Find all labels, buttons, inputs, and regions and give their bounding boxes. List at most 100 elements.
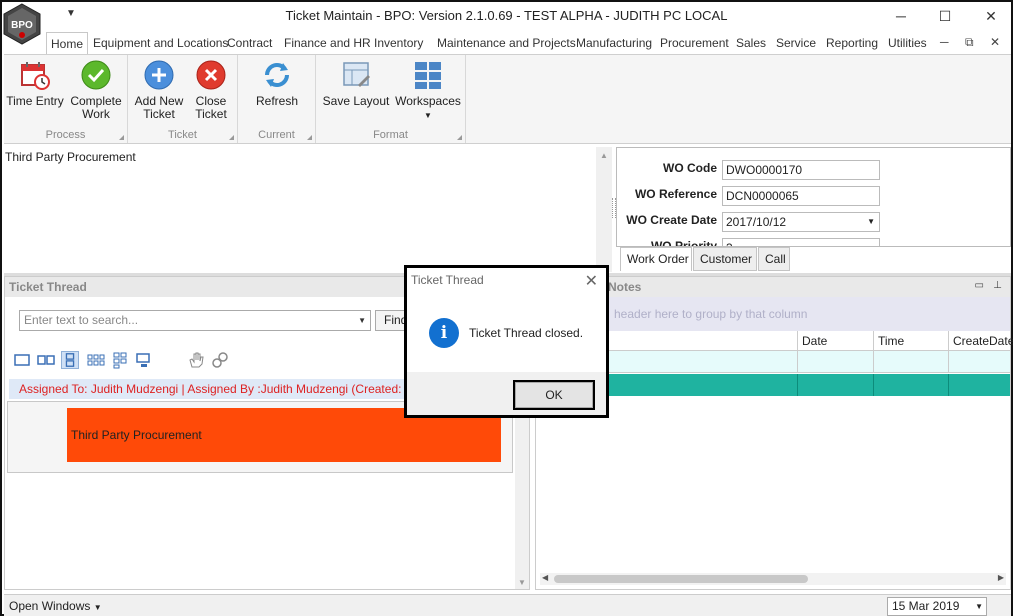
col-date[interactable]: Date [797,331,873,351]
description-text: Third Party Procurement [5,150,136,164]
tab-maintenance-and-projects[interactable]: Maintenance and Projects [433,32,580,54]
dialog-title: Ticket Thread [411,273,484,287]
tab-utilities[interactable]: Utilities [884,32,931,54]
tab-work-order[interactable]: Work Order [620,247,692,271]
status-date-value: 15 Mar 2019 [892,599,960,613]
view-single-icon[interactable] [13,351,31,369]
add-new-ticket-button[interactable]: Add New Ticket [132,59,186,121]
mdi-minimize-button[interactable]: ─ [940,35,949,49]
col-create-date[interactable]: CreateDate [948,331,1013,351]
tab-call[interactable]: Call [758,247,790,271]
wo-reference-label: WO Reference [634,187,717,201]
ribbon-tabs: Home Equipment and Locations Contract Fi… [46,32,1011,54]
view-carousel-icon[interactable] [135,351,153,369]
complete-work-button[interactable]: Complete Work [68,59,124,121]
view-tiles-icon[interactable] [111,351,129,369]
wo-create-date-field[interactable]: 2017/10/12 ▼ [722,212,880,232]
add-new-ticket-label-2: Ticket [143,107,175,121]
view-columns-icon[interactable] [37,351,55,369]
workspaces-label: Workspaces [395,94,461,108]
col-time[interactable]: Time [873,331,948,351]
date-dropdown-icon[interactable]: ▼ [867,213,875,231]
notes-horizontal-scrollbar[interactable]: ◀ ▶ [540,573,1006,585]
link-icon[interactable] [211,351,229,369]
process-group-label: Process [45,129,86,141]
tab-service[interactable]: Service [772,32,820,54]
close-window-button[interactable]: ✕ [968,5,1013,27]
scroll-right-icon[interactable]: ▶ [998,573,1004,582]
save-layout-button[interactable]: Save Layout [320,59,392,108]
view-rows-icon[interactable] [61,351,79,369]
scroll-up-icon[interactable]: ▲ [600,151,608,160]
wo-priority-field[interactable]: 3 [722,238,880,246]
check-circle-icon [81,60,111,90]
complete-work-label-2: Work [82,107,110,121]
wo-code-label: WO Code [663,161,717,175]
close-ticket-button[interactable]: Close Ticket [186,59,236,121]
refresh-label: Refresh [255,94,299,108]
dialog-close-icon[interactable]: ✕ [585,271,598,291]
time-entry-button[interactable]: Time Entry [6,59,64,108]
status-date-field[interactable]: 15 Mar 2019 ▼ [887,597,987,616]
tab-equipment-and-locations[interactable]: Equipment and Locations [89,32,232,54]
current-launcher-icon[interactable] [307,135,312,140]
wo-priority-label: WO Priority [650,239,717,247]
current-group-label: Current [258,129,295,141]
status-date-dropdown-icon[interactable]: ▼ [975,598,983,615]
status-bar: Open Windows ▼ 15 Mar 2019 ▼ [4,594,1011,616]
maximize-button[interactable]: ☐ [922,5,968,27]
minimize-button[interactable]: ─ [878,5,924,27]
refresh-button[interactable]: Refresh [246,59,308,108]
tab-procurement[interactable]: Procurement [656,32,733,54]
save-layout-label: Save Layout [322,94,390,108]
mdi-restore-button[interactable]: ⧉ [965,35,974,50]
add-new-ticket-label-1: Add New [134,94,184,108]
close-ticket-label-2: Ticket [195,107,227,121]
workspaces-button[interactable]: Workspaces ▼ [394,59,462,122]
title-bar: BPO ▼ Ticket Maintain - BPO: Version 2.1… [2,2,1013,45]
process-launcher-icon[interactable] [119,135,124,140]
calendar-clock-icon [21,62,50,90]
wo-reference-field[interactable]: DCN0000065 [722,186,880,206]
view-grid-icon[interactable] [87,351,105,369]
window-title: Ticket Maintain - BPO: Version 2.1.0.69 … [285,8,728,23]
mdi-close-button[interactable]: ✕ [990,35,1000,49]
workspaces-grid-icon [415,62,441,89]
tab-customer[interactable]: Customer [693,247,757,271]
tab-sales[interactable]: Sales [732,32,770,54]
plus-circle-icon [144,60,174,90]
ribbon: Time Entry Complete Work Process Add New [4,54,1011,144]
time-entry-label: Time Entry [6,94,64,108]
ok-button[interactable]: OK [513,380,595,410]
open-windows-button[interactable]: Open Windows ▼ [9,599,102,613]
complete-work-label-1: Complete [70,94,122,108]
notes-pin-icon[interactable]: ⊥ [993,280,1002,291]
tab-reporting[interactable]: Reporting [822,32,882,54]
workspaces-dropdown-icon: ▼ [424,111,432,120]
search-dropdown-icon[interactable]: ▼ [358,311,366,330]
open-windows-dropdown-icon: ▼ [93,603,102,612]
dialog-message: Ticket Thread closed. [469,326,584,340]
pan-hand-icon[interactable] [187,351,205,369]
tab-home[interactable]: Home [46,32,89,54]
scroll-thumb[interactable] [554,575,808,583]
scroll-left-icon[interactable]: ◀ [542,573,548,582]
ticket-launcher-icon[interactable] [229,135,234,140]
work-order-panel: WO Code DWO0000170 WO Reference DCN00000… [616,147,1011,247]
ticket-thread-dialog: Ticket Thread ✕ i Ticket Thread closed. … [404,265,609,418]
description-scrollbar[interactable]: ▲ [596,147,612,272]
info-icon: i [429,318,459,348]
tab-inventory[interactable]: Inventory [370,32,427,54]
tab-finance-and-hr[interactable]: Finance and HR [280,32,375,54]
notes-maximize-icon[interactable]: ▭ [975,280,984,291]
ribbon-group-ticket: Add New Ticket Close Ticket Ticket [128,55,238,143]
wo-code-field[interactable]: DWO0000170 [722,160,880,180]
description-area[interactable]: Third Party Procurement ▲ [4,147,612,272]
format-launcher-icon[interactable] [457,135,462,140]
thread-scroll-down-icon[interactable]: ▼ [518,578,526,587]
search-input[interactable]: Enter text to search... ▼ [19,310,371,331]
tab-manufacturing[interactable]: Manufacturing [572,32,656,54]
app-window: BPO ▼ Ticket Maintain - BPO: Version 2.1… [0,0,1013,616]
tab-contract[interactable]: Contract [223,32,276,54]
refresh-icon [265,63,289,87]
